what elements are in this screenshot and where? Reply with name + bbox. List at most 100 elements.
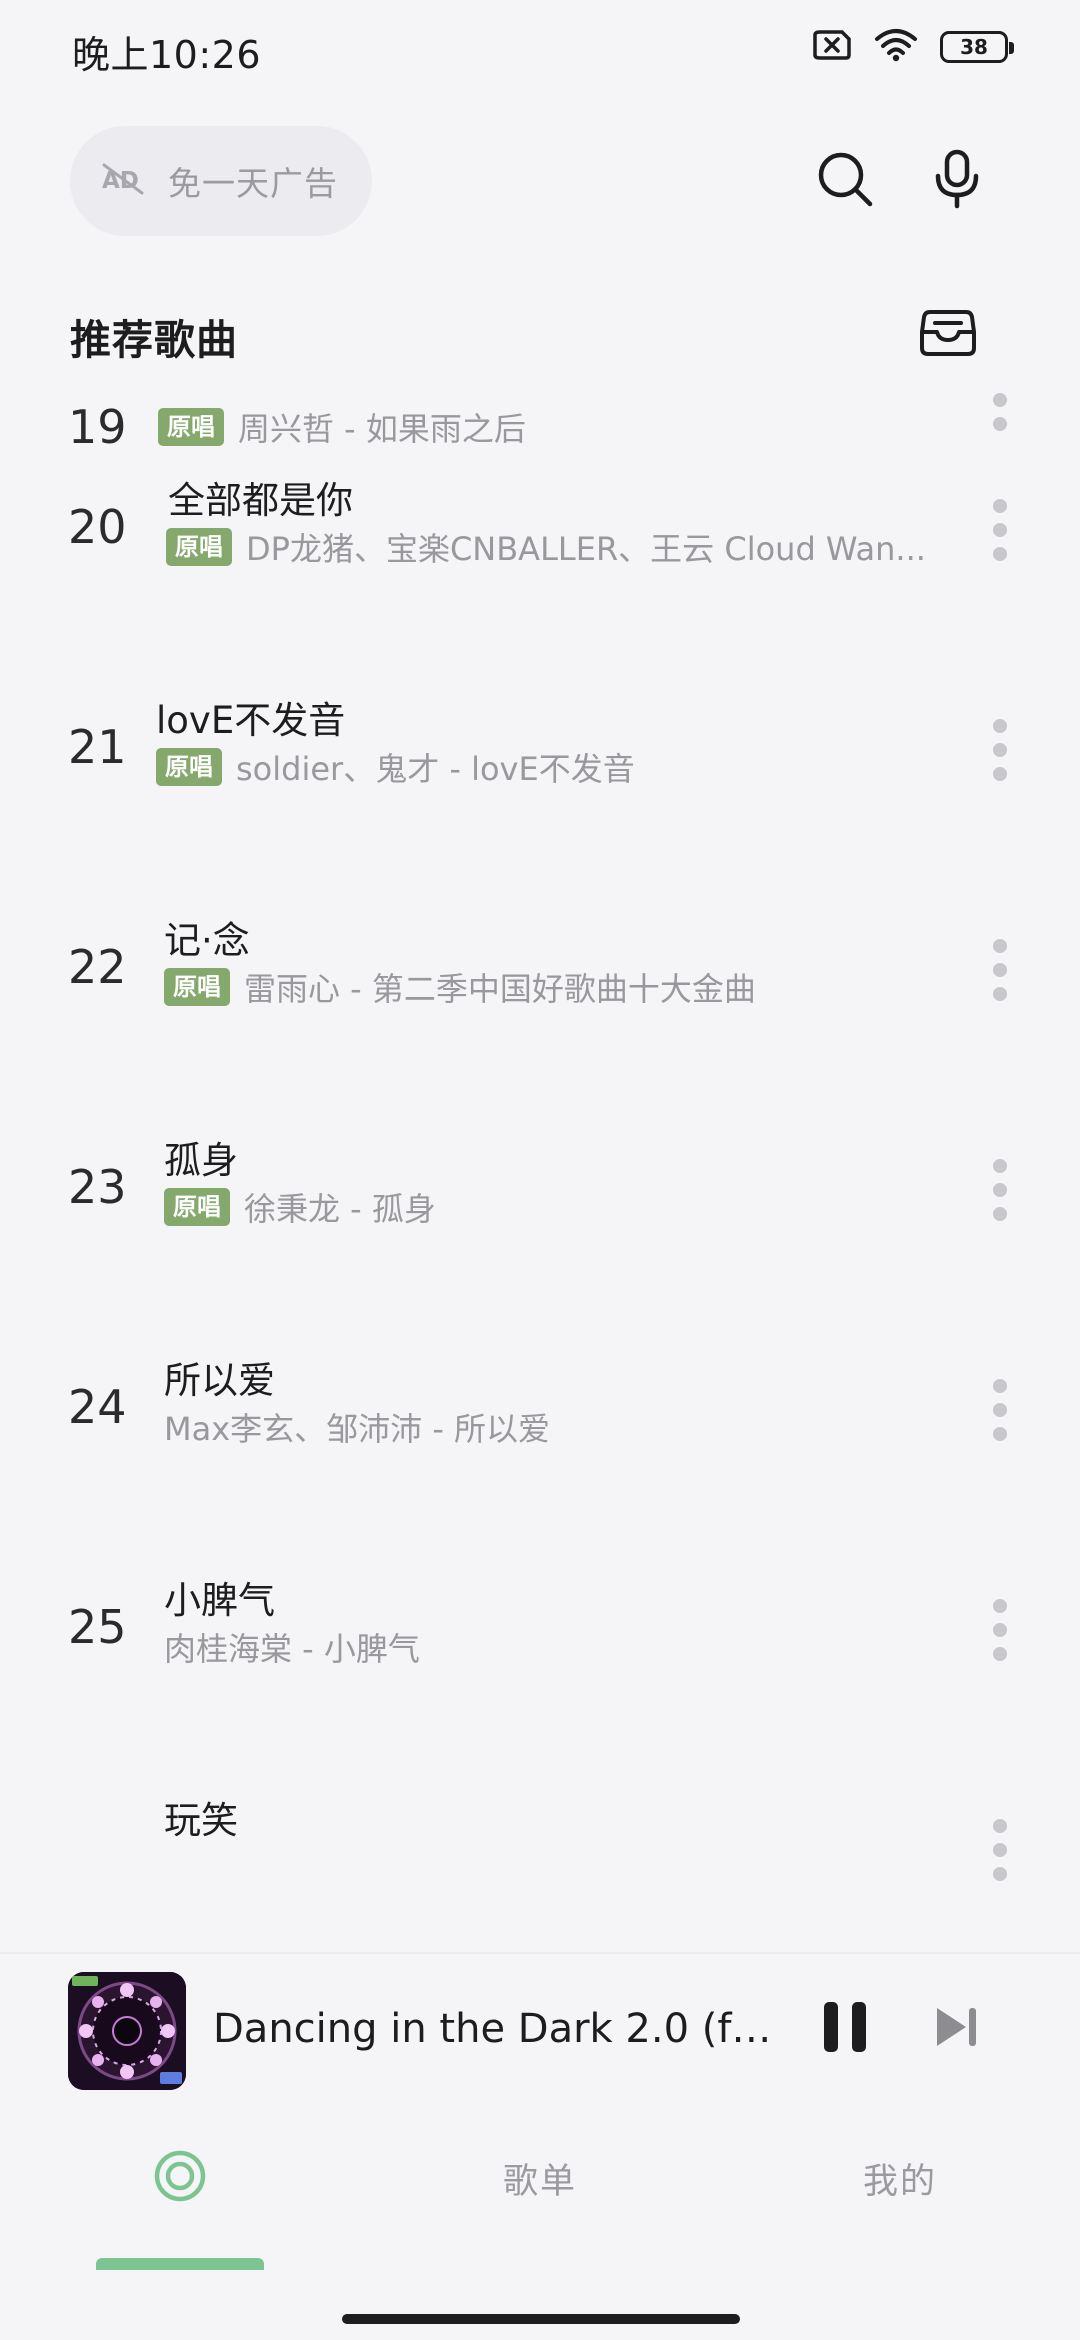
more-dot <box>993 547 1007 561</box>
app-screen: 晚上10:26 38 AD 免一天广告 推荐歌曲 19 原唱 周兴哲 - 如果雨… <box>0 0 1080 2340</box>
sim-error-icon <box>812 29 852 65</box>
song-rank: 20 <box>68 500 127 554</box>
section-title: 推荐歌曲 <box>70 316 238 364</box>
ad-free-icon: AD <box>100 162 146 200</box>
more-dot <box>993 1183 1007 1197</box>
more-dot <box>993 1647 1007 1661</box>
now-playing-title[interactable]: Dancing in the Dark 2.0 (fe... <box>213 2006 773 2052</box>
battery-level: 38 <box>960 35 988 59</box>
more-options-button[interactable] <box>980 1810 1020 1890</box>
bottom-navigation: 歌单 我的 <box>0 2108 1080 2340</box>
song-rank: 23 <box>68 1160 127 1214</box>
more-dot <box>993 767 1007 781</box>
more-options-button[interactable] <box>980 1150 1020 1230</box>
inbox-button[interactable] <box>918 302 978 362</box>
song-subtitle: 原唱 徐秉龙 - 孤身 <box>164 1184 436 1230</box>
more-dot <box>993 1207 1007 1221</box>
song-artist: 周兴哲 - 如果雨之后 <box>238 410 526 448</box>
song-title: 全部都是你 <box>168 479 353 522</box>
song-subtitle: 肉桂海棠 - 小脾气 <box>164 1624 420 1670</box>
tab-playlists-label: 歌单 <box>502 2161 577 2202</box>
inbox-icon <box>918 310 978 366</box>
home-gesture-bar[interactable] <box>342 2314 740 2324</box>
song-artist: DP龙猪、宝楽CNBALLER、王云 Cloud Wan... <box>246 530 926 568</box>
album-cover[interactable] <box>68 1972 186 2090</box>
mini-player[interactable]: Dancing in the Dark 2.0 (fe... <box>0 1952 1080 2108</box>
song-rank: 24 <box>68 1380 127 1434</box>
more-options-button[interactable] <box>980 930 1020 1010</box>
song-title: lovE不发音 <box>156 699 346 742</box>
status-bar: 晚上10:26 38 <box>0 0 1080 96</box>
original-badge: 原唱 <box>166 528 232 566</box>
tab-mine[interactable]: 我的 <box>720 2108 1080 2248</box>
battery-indicator: 38 <box>940 31 1014 63</box>
song-row[interactable]: 22 记·念 原唱 雷雨心 - 第二季中国好歌曲十大金曲 <box>0 919 1080 1160</box>
song-rank: 19 <box>68 400 127 454</box>
wifi-icon <box>874 28 918 66</box>
ad-free-button[interactable]: AD 免一天广告 <box>70 126 372 236</box>
original-badge: 原唱 <box>164 968 230 1006</box>
more-dot <box>993 1403 1007 1417</box>
more-dot <box>993 1843 1007 1857</box>
more-dot <box>993 1819 1007 1833</box>
more-dot <box>993 743 1007 757</box>
song-row[interactable]: 24 所以爱 Max李玄、邹沛沛 - 所以爱 <box>0 1359 1080 1600</box>
song-artist: soldier、鬼才 - lovE不发音 <box>236 750 635 788</box>
home-radar-icon <box>153 2149 207 2207</box>
more-dot <box>993 719 1007 733</box>
more-options-button[interactable] <box>980 390 1020 440</box>
song-artist: 雷雨心 - 第二季中国好歌曲十大金曲 <box>244 970 756 1008</box>
song-subtitle: Max李玄、邹沛沛 - 所以爱 <box>164 1404 550 1450</box>
album-art-image <box>68 1972 186 2090</box>
song-title: 记·念 <box>164 919 250 962</box>
tab-mine-label: 我的 <box>862 2161 937 2202</box>
more-options-button[interactable] <box>980 1370 1020 1450</box>
tab-home[interactable] <box>0 2108 360 2248</box>
song-list: 19 原唱 周兴哲 - 如果雨之后 20 全部都是你 原唱 DP龙猪、宝楽CNB… <box>0 390 1080 1950</box>
microphone-icon <box>932 149 982 213</box>
more-dot <box>993 1623 1007 1637</box>
original-badge: 原唱 <box>164 1188 230 1226</box>
search-icon <box>815 149 875 213</box>
more-options-button[interactable] <box>980 1590 1020 1670</box>
song-rank: 21 <box>68 720 127 774</box>
more-dot <box>993 1379 1007 1393</box>
more-dot <box>993 1867 1007 1881</box>
song-title: 小脾气 <box>164 1579 275 1622</box>
more-options-button[interactable] <box>980 490 1020 570</box>
more-dot <box>993 1427 1007 1441</box>
more-options-button[interactable] <box>980 710 1020 790</box>
more-dot <box>993 1159 1007 1173</box>
song-artist: 徐秉龙 - 孤身 <box>244 1190 436 1228</box>
song-row[interactable]: 25 小脾气 肉桂海棠 - 小脾气 <box>0 1579 1080 1820</box>
song-row[interactable]: 21 lovE不发音 原唱 soldier、鬼才 - lovE不发音 <box>0 699 1080 940</box>
status-icons: 38 <box>812 28 1014 66</box>
song-row[interactable]: 20 全部都是你 原唱 DP龙猪、宝楽CNBALLER、王云 Cloud Wan… <box>0 479 1080 720</box>
svg-text:AD: AD <box>102 168 139 194</box>
voice-search-button[interactable] <box>922 146 992 216</box>
song-artist: 肉桂海棠 - 小脾气 <box>164 1630 420 1668</box>
more-dot <box>993 499 1007 513</box>
search-button[interactable] <box>810 146 880 216</box>
active-tab-indicator <box>96 2258 264 2270</box>
status-time: 晚上10:26 <box>72 33 262 77</box>
original-badge: 原唱 <box>158 408 224 446</box>
more-dot <box>993 963 1007 977</box>
song-row[interactable]: 玩笑 <box>0 1799 1080 1950</box>
song-title: 孤身 <box>164 1139 238 1182</box>
more-dot <box>993 417 1007 431</box>
song-title: 玩笑 <box>164 1799 238 1842</box>
song-subtitle: 原唱 周兴哲 - 如果雨之后 <box>158 404 526 450</box>
song-title: 所以爱 <box>164 1359 275 1402</box>
ad-free-label: 免一天广告 <box>168 164 338 203</box>
skip-next-icon <box>932 2008 982 2054</box>
song-row[interactable]: 19 原唱 周兴哲 - 如果雨之后 <box>0 390 1080 500</box>
pause-button[interactable] <box>824 2002 870 2052</box>
original-badge: 原唱 <box>156 748 222 786</box>
more-dot <box>993 393 1007 407</box>
song-row[interactable]: 23 孤身 原唱 徐秉龙 - 孤身 <box>0 1139 1080 1380</box>
more-dot <box>993 1599 1007 1613</box>
next-track-button[interactable] <box>932 2004 982 2050</box>
song-subtitle: 原唱 soldier、鬼才 - lovE不发音 <box>156 744 635 790</box>
tab-playlists[interactable]: 歌单 <box>360 2108 720 2248</box>
